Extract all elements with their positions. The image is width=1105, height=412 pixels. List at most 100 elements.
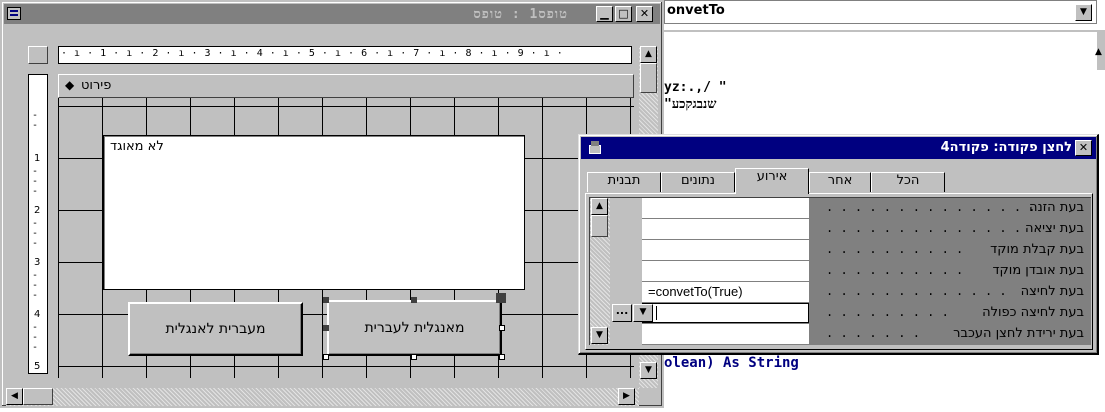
ruler-h-5: 5 (308, 48, 316, 59)
form-window-title: טופס1 : טופס (473, 7, 568, 22)
tab-format-label: תבנית (607, 173, 641, 188)
ruler-h-2: 2 (152, 48, 159, 59)
hebrew-to-english-label: מעברית לאנגלית (165, 321, 266, 337)
tab-all[interactable]: הכל (871, 172, 945, 192)
scroll-up-button[interactable]: ▲ (640, 46, 657, 63)
ruler-v-1: 1 (34, 153, 41, 164)
property-label: בעת לחיצה (1020, 284, 1084, 299)
property-label-dots: . . . . . . . (826, 326, 920, 340)
resize-handle[interactable] (499, 325, 505, 331)
properties-window-icon[interactable] (587, 140, 603, 155)
ruler-corner[interactable] (28, 46, 48, 64)
ruler-v-3: 3 (34, 257, 41, 268)
code-scroll-up-icon[interactable]: ▲ (1095, 47, 1102, 57)
resize-handle[interactable] (323, 354, 329, 360)
property-value-field[interactable] (642, 324, 809, 344)
procedure-combobox[interactable]: onvetTo ▼ (664, 0, 1097, 24)
close-button[interactable]: ✕ (636, 6, 653, 22)
resize-handle[interactable] (411, 297, 417, 303)
property-row[interactable]: בעת הזנה . . . . . . . . . . . . . . . (642, 198, 1092, 219)
properties-close-button[interactable]: ✕ (1075, 140, 1092, 156)
resize-handle-big[interactable] (496, 293, 506, 303)
properties-title: לחצן פקודה: פקודה4 (940, 140, 1072, 155)
properties-titlebar[interactable]: לחצן פקודה: פקודה4 ✕ (581, 137, 1096, 159)
event-dropdown-button[interactable]: ▼ (633, 304, 653, 322)
section-arrow-icon: ◆ (65, 78, 75, 92)
property-scroll-up[interactable]: ▲ (591, 198, 608, 215)
property-value-field[interactable] (642, 303, 809, 323)
property-label-dots: . . . . . . . . . (826, 305, 949, 319)
horizontal-scrollbar[interactable]: ◀ ▶ (6, 388, 639, 406)
property-label-dots: . . . . . . . . . . . . . . (826, 221, 1022, 235)
tab-other-label: אחר (827, 173, 853, 188)
code-line: "שנבגקכע (664, 97, 717, 112)
section-label: פירוט (81, 78, 112, 93)
minimize-button[interactable]: ▁ (596, 6, 613, 22)
code-separator (664, 30, 1105, 32)
property-label-dots: . . . . . . . . . . . . . (826, 284, 1007, 298)
tab-data[interactable]: נתונים (661, 172, 735, 192)
on-click-value: =convetTo(True) (648, 284, 743, 299)
english-to-hebrew-button[interactable]: מאנגלית לעברית (327, 300, 502, 356)
textbox-text: לא מאוגד (110, 139, 164, 154)
property-label: בעת הזנה (1028, 200, 1084, 215)
procedure-combo-text: onvetTo (667, 3, 725, 18)
ruler-h-1: 1 (100, 48, 107, 59)
tab-format[interactable]: תבנית (587, 172, 661, 192)
resize-handle[interactable] (323, 325, 329, 331)
tab-other[interactable]: אחר (809, 172, 871, 192)
property-row[interactable]: =convetTo(True) בעת לחיצה . . . . . . . … (642, 282, 1092, 303)
form-window-titlebar[interactable]: טופס1 : טופס ▁ □ ✕ (4, 4, 660, 24)
property-row[interactable]: בעת ירידת לחצן העכבר . . . . . . . (642, 324, 1092, 345)
ruler-h-4: 4 (256, 48, 264, 59)
scroll-down-button[interactable]: ▼ (640, 362, 657, 379)
property-row[interactable]: בעת יציאה . . . . . . . . . . . . . . (642, 219, 1092, 240)
property-label-dots: . . . . . . . . . . . . . . . (826, 200, 1036, 214)
horizontal-scroll-thumb[interactable] (23, 388, 53, 405)
property-label-dots: . . . . . . . . . . (826, 242, 964, 256)
unbound-textbox[interactable]: לא מאוגד (103, 135, 525, 290)
property-value-field[interactable] (642, 261, 809, 281)
vertical-ruler: -- 1 --- 2 --- 3 --- 4 --- 5 (28, 74, 48, 374)
property-grid-scrollbar[interactable]: ▲ ▼ (590, 198, 610, 345)
property-scroll-thumb[interactable] (591, 215, 608, 237)
property-label: בעת יציאה (1024, 221, 1084, 236)
property-scroll-down[interactable]: ▼ (591, 327, 608, 344)
ruler-h-9: 9 (517, 48, 525, 59)
scroll-right-button[interactable]: ▶ (618, 388, 635, 405)
resize-handle[interactable] (323, 297, 329, 303)
property-row[interactable]: בעת אובדן מוקד . . . . . . . . . . (642, 261, 1092, 282)
properties-window: לחצן פקודה: פקודה4 ✕ תבנית נתונים אירוע … (578, 134, 1099, 355)
property-value-field[interactable] (642, 240, 809, 260)
resize-handle[interactable] (411, 354, 417, 360)
code-line: olean) As String (664, 355, 799, 371)
vertical-scroll-thumb[interactable] (640, 63, 657, 93)
horizontal-ruler-ticks: · ı · 1 · ı · 2 · ı · 3 · ı · 4 · ı · 5 … (61, 48, 564, 59)
tab-data-label: נתונים (680, 173, 716, 188)
detail-section-bar[interactable]: ◆ פירוט (58, 74, 634, 98)
hebrew-to-english-button[interactable]: מעברית לאנגלית (128, 302, 303, 356)
tab-all-label: הכל (896, 173, 920, 188)
property-row[interactable]: בעת לחיצה כפולה . . . . . . . . . (642, 303, 1092, 324)
builder-button[interactable]: ... (612, 304, 632, 322)
horizontal-ruler: · ı · 1 · ı · 2 · ı · 3 · ı · 4 · ı · 5 … (58, 46, 632, 64)
ruler-h-6: 6 (361, 48, 368, 59)
ruler-v-4: 4 (34, 309, 41, 320)
on-click-value-field[interactable]: =convetTo(True) (642, 282, 809, 302)
resize-handle[interactable] (499, 354, 505, 360)
property-value-field[interactable] (642, 198, 809, 218)
combo-dropdown-button[interactable]: ▼ (1075, 4, 1092, 21)
property-label: בעת ירידת לחצן העכבר (953, 326, 1084, 341)
property-label: בעת קבלת מוקד (990, 242, 1084, 257)
tab-event-label: אירוע (756, 169, 788, 184)
code-line: yz:.,/ " (664, 80, 727, 95)
tab-event[interactable]: אירוע (735, 168, 809, 194)
scroll-left-button[interactable]: ◀ (6, 388, 23, 405)
property-row[interactable]: בעת קבלת מוקד . . . . . . . . . . (642, 240, 1092, 261)
form-window-icon[interactable] (7, 7, 21, 20)
property-grid: ▲ ▼ בעת הזנה . . . . . . . . . . . . . .… (589, 197, 1091, 345)
ruler-v-2: 2 (34, 205, 41, 216)
property-label-dots: . . . . . . . . . . (826, 263, 964, 277)
maximize-button[interactable]: □ (615, 6, 632, 22)
property-value-field[interactable] (642, 219, 809, 239)
